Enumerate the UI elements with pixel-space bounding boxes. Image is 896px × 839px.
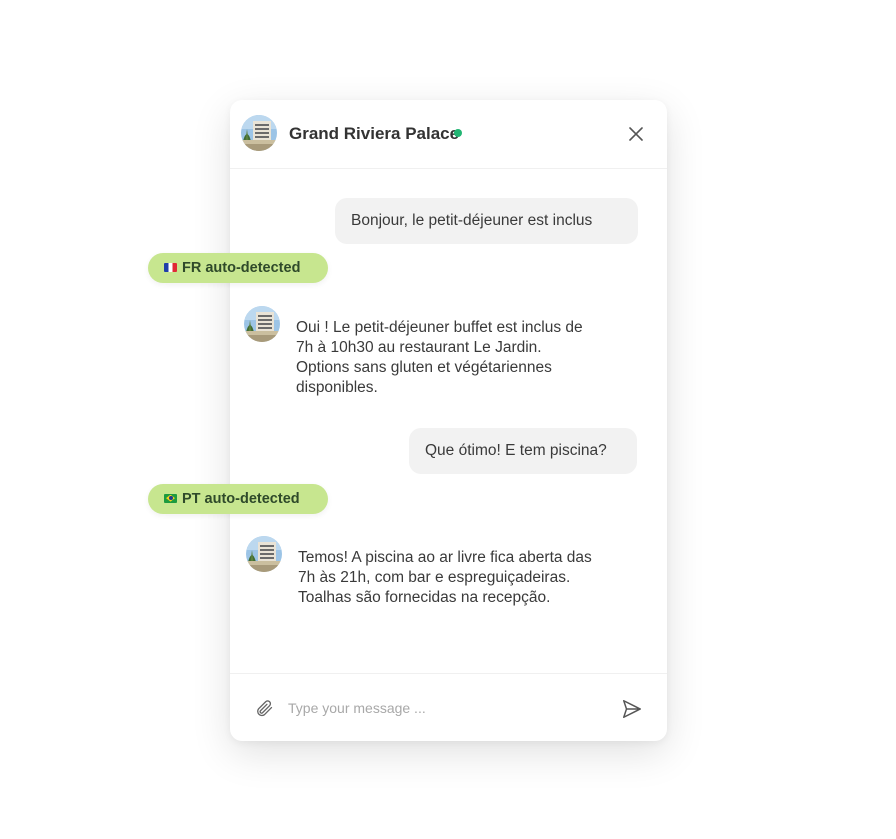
hotel-message: Oui ! Le petit-déjeuner buffet est inclu… <box>296 319 583 396</box>
message-composer <box>230 673 667 742</box>
stage: Grand Riviera Palace Bonjour, le petit-d… <box>0 0 896 839</box>
chat-window: Grand Riviera Palace Bonjour, le petit-d… <box>230 100 667 741</box>
france-flag-icon <box>164 262 177 272</box>
hotel-avatar <box>244 306 280 342</box>
message-input[interactable] <box>288 696 608 720</box>
hotel-message: Temos! A piscina ao ar livre fica aberta… <box>298 549 592 606</box>
user-message: Bonjour, le petit-déjeuner est inclus <box>335 198 638 244</box>
hotel-name: Grand Riviera Palace <box>289 124 460 143</box>
hotel-avatar <box>246 536 282 572</box>
hotel-avatar <box>241 115 277 151</box>
online-status-dot <box>454 129 462 137</box>
language-detected-badge-pt: PT auto-detected <box>148 484 328 514</box>
brazil-flag-icon <box>164 493 177 503</box>
badge-label: PT auto-detected <box>182 491 300 507</box>
paperclip-icon[interactable] <box>254 698 274 718</box>
close-icon[interactable] <box>626 124 646 144</box>
language-detected-badge-fr: FR auto-detected <box>148 253 328 283</box>
badge-label: FR auto-detected <box>182 260 301 276</box>
user-message: Que ótimo! E tem piscina? <box>409 428 637 474</box>
chat-header: Grand Riviera Palace <box>230 100 667 169</box>
send-icon[interactable] <box>621 698 643 720</box>
